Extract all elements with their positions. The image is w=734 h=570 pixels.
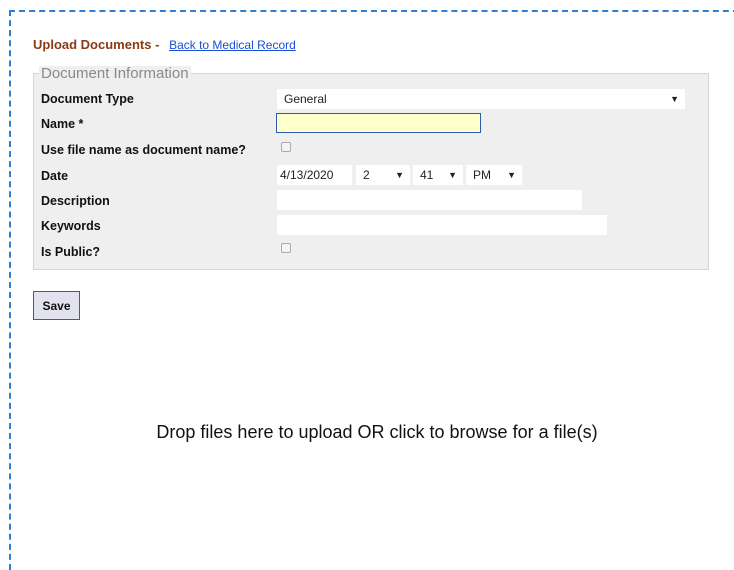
description-input[interactable] [277, 190, 582, 210]
dropzone-instructions[interactable]: Drop files here to upload OR click to br… [0, 422, 734, 443]
minute-select[interactable]: 41 ▼ [413, 165, 463, 185]
use-file-name-label: Use file name as document name? [41, 143, 246, 157]
name-input[interactable] [276, 113, 481, 133]
keywords-input[interactable] [277, 215, 607, 235]
date-label: Date [41, 169, 69, 183]
document-type-value: General [284, 92, 327, 106]
chevron-down-icon: ▼ [670, 94, 679, 104]
is-public-label: Is Public? [41, 245, 101, 259]
chevron-down-icon: ▼ [395, 170, 404, 180]
back-to-medical-record-link[interactable]: Back to Medical Record [169, 38, 296, 52]
description-label: Description [41, 194, 110, 208]
minute-value: 41 [420, 168, 434, 182]
is-public-checkbox[interactable] [281, 243, 291, 253]
keywords-label: Keywords [41, 219, 101, 233]
page-title: Upload Documents [33, 37, 152, 52]
fieldset-legend: Document Information [39, 65, 191, 82]
save-button[interactable]: Save [33, 291, 80, 320]
date-input[interactable]: 4/13/2020 [277, 165, 352, 185]
hour-select[interactable]: 2 ▼ [356, 165, 410, 185]
use-file-name-checkbox[interactable] [281, 142, 291, 152]
hour-value: 2 [363, 168, 370, 182]
document-type-label: Document Type [41, 92, 134, 106]
document-type-select[interactable]: General ▼ [277, 89, 685, 109]
chevron-down-icon: ▼ [448, 170, 457, 180]
page-header: Upload Documents - Back to Medical Recor… [33, 37, 296, 52]
ampm-value: PM [473, 168, 491, 182]
chevron-down-icon: ▼ [507, 170, 516, 180]
name-label: Name * [41, 117, 84, 131]
title-separator: - [155, 37, 160, 52]
ampm-select[interactable]: PM ▼ [466, 165, 522, 185]
